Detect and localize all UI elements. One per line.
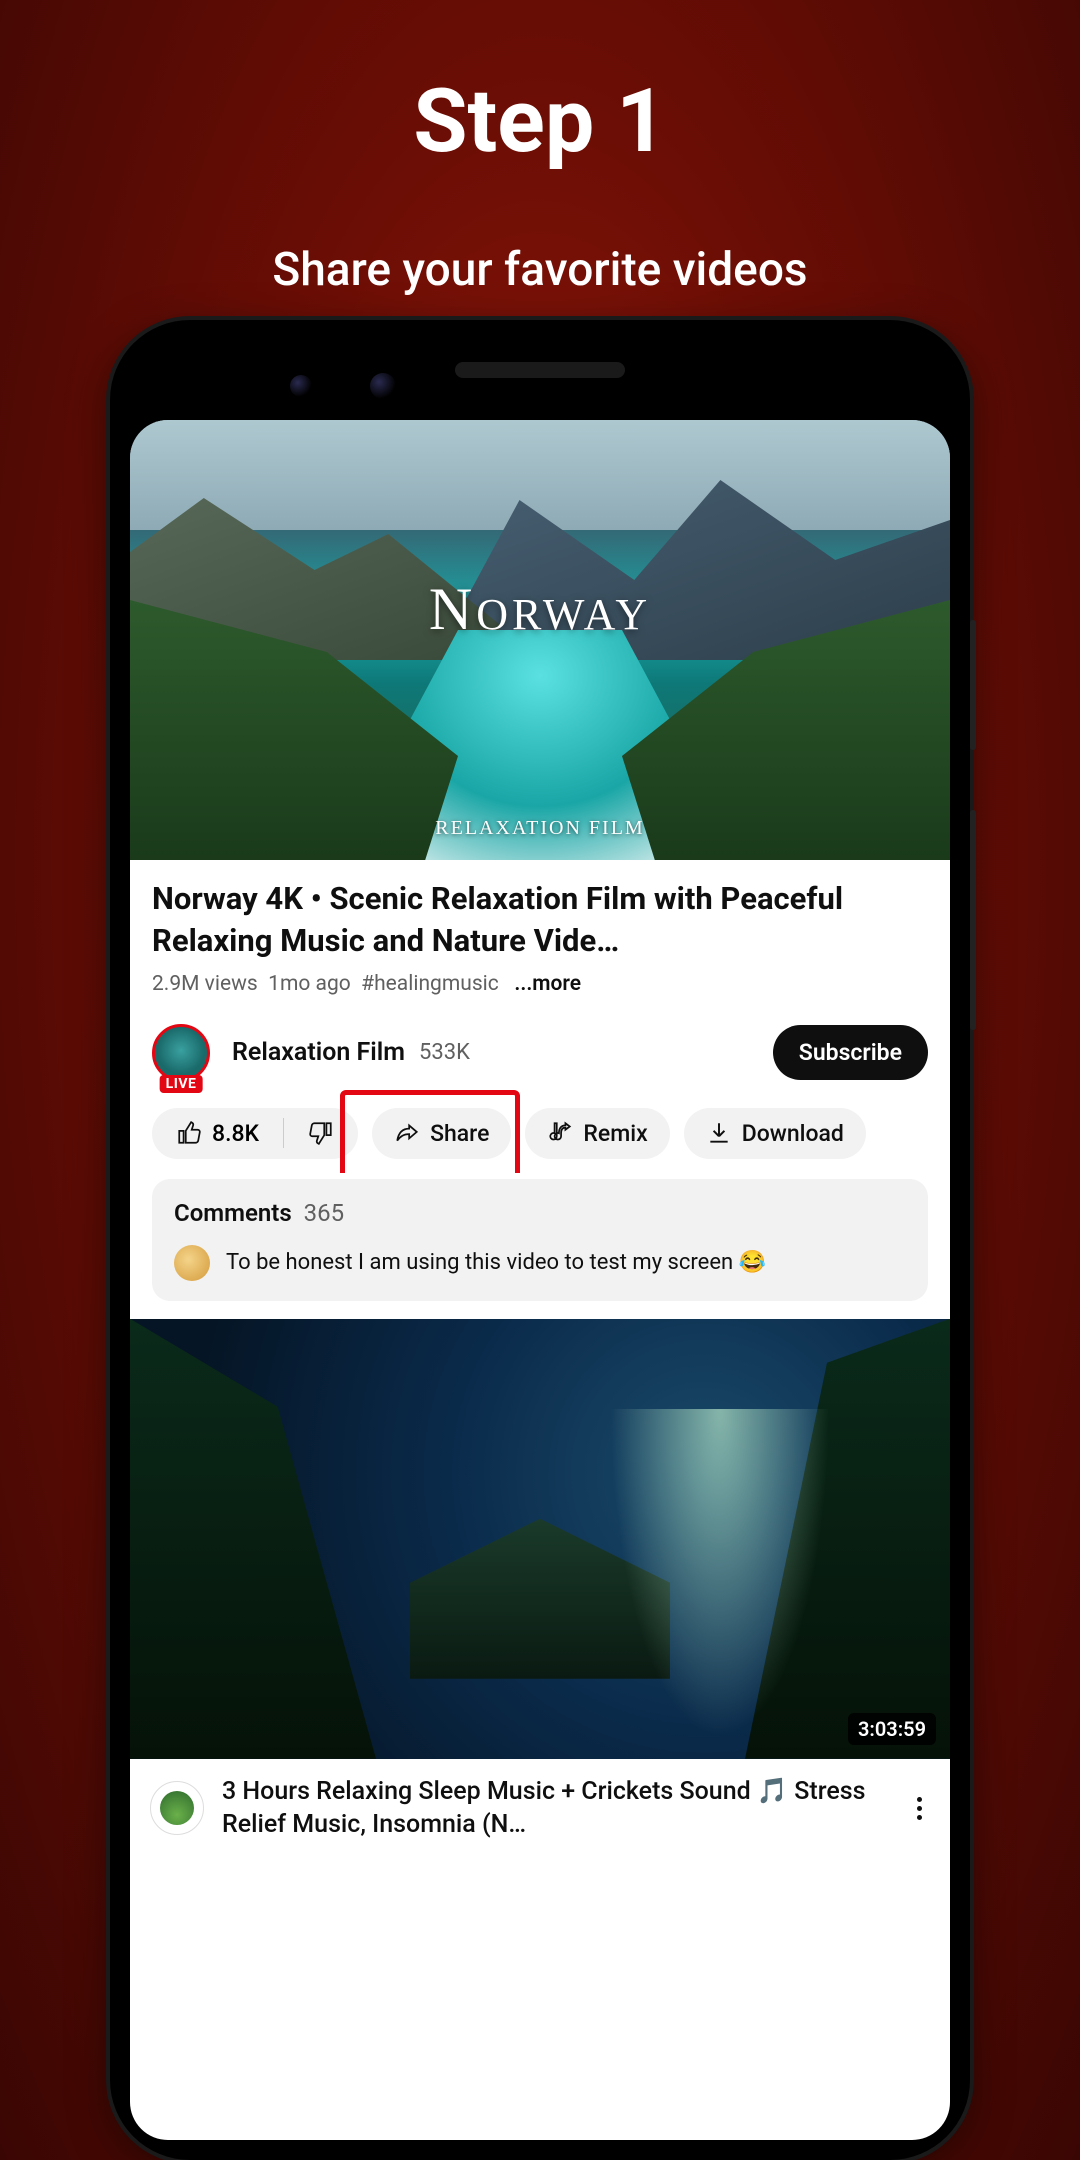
thumbs-down-icon	[308, 1120, 334, 1146]
remix-label: Remix	[583, 1120, 647, 1147]
more-options-button[interactable]	[909, 1789, 930, 1828]
duration-badge: 3:03:59	[848, 1713, 936, 1745]
phone-side-button	[970, 810, 976, 1030]
comments-preview[interactable]: Comments 365 To be honest I am using thi…	[152, 1179, 928, 1301]
like-count: 8.8K	[212, 1120, 259, 1147]
video-hashtag[interactable]: #healingmusic	[361, 972, 499, 996]
tutorial-step-title: Step 1	[0, 0, 1080, 173]
tutorial-step-subtitle: Share your favorite videos	[0, 243, 1080, 297]
remix-icon	[547, 1120, 573, 1146]
thumbnail-overlay-subtitle: RELAXATION FILM	[130, 817, 950, 840]
like-button[interactable]: 8.8K	[152, 1108, 283, 1159]
share-label: Share	[430, 1120, 489, 1147]
subscribe-button[interactable]: Subscribe	[773, 1025, 928, 1080]
download-icon	[706, 1120, 732, 1146]
kebab-dot-icon	[917, 1797, 922, 1802]
video-player-thumbnail[interactable]: NORWAY RELAXATION FILM	[130, 420, 950, 860]
next-video-title[interactable]: 3 Hours Relaxing Sleep Music + Crickets …	[222, 1775, 891, 1843]
dislike-button[interactable]	[284, 1108, 358, 1159]
download-label: Download	[742, 1120, 844, 1147]
share-button[interactable]: Share	[372, 1108, 511, 1159]
phone-screen: NORWAY RELAXATION FILM Norway 4K • Sceni…	[130, 420, 950, 2140]
next-channel-avatar[interactable]	[150, 1781, 204, 1835]
like-dislike-group: 8.8K	[152, 1108, 358, 1159]
phone-camera	[290, 375, 312, 397]
video-views: 2.9M views	[152, 972, 258, 996]
more-link[interactable]: ...more	[514, 972, 581, 996]
kebab-dot-icon	[917, 1815, 922, 1820]
channel-subscriber-count: 533K	[419, 1040, 470, 1065]
video-meta-row[interactable]: 2.9M views 1mo ago #healingmusic ...more	[152, 972, 928, 996]
download-button[interactable]: Download	[684, 1108, 866, 1159]
phone-speaker	[455, 362, 625, 378]
kebab-dot-icon	[917, 1806, 922, 1811]
thumbnail-overlay-title: NORWAY	[130, 575, 950, 644]
comments-count: 365	[304, 1199, 344, 1227]
phone-side-button	[970, 620, 976, 750]
next-video-thumbnail[interactable]: 3:03:59	[130, 1319, 950, 1759]
channel-avatar[interactable]: LIVE	[152, 1024, 210, 1082]
share-arrow-icon	[394, 1120, 420, 1146]
top-comment-text: To be honest I am using this video to te…	[226, 1250, 766, 1275]
phone-camera	[370, 373, 396, 399]
phone-frame: NORWAY RELAXATION FILM Norway 4K • Sceni…	[110, 320, 970, 2160]
thumbs-up-icon	[176, 1120, 202, 1146]
video-title[interactable]: Norway 4K • Scenic Relaxation Film with …	[152, 878, 928, 962]
video-age: 1mo ago	[268, 972, 351, 996]
remix-button[interactable]: Remix	[525, 1108, 669, 1159]
channel-name[interactable]: Relaxation Film	[232, 1038, 405, 1067]
commenter-avatar	[174, 1245, 210, 1281]
comments-label: Comments	[174, 1199, 292, 1227]
